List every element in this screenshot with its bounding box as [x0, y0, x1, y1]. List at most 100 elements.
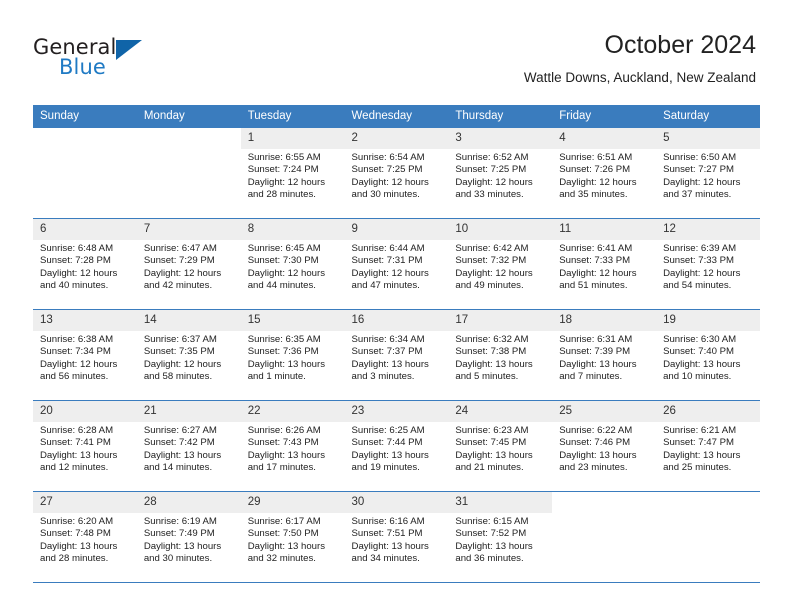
calendar-day-cell[interactable]: 14 Sunrise: 6:37 AM Sunset: 7:35 PM Dayligh… [136, 310, 241, 401]
daylight-text-line2: and 28 minutes. [247, 189, 316, 201]
day-cell-content: 11 Sunrise: 6:41 AM Sunset: 7:33 PM Dayligh… [552, 219, 657, 309]
calendar-day-cell[interactable] [552, 492, 656, 583]
daylight-text-line1: Daylight: 13 hours [40, 449, 118, 461]
daylight-text-line1: Daylight: 12 hours [40, 267, 118, 279]
day-number: 8 [240, 219, 345, 240]
calendar-day-cell[interactable]: 26 Sunrise: 6:21 AM Sunset: 7:47 PM Dayligh… [656, 401, 760, 492]
day-number: 16 [344, 310, 449, 331]
day-cell-content: 5 Sunrise: 6:50 AM Sunset: 7:27 PM Daylight… [656, 128, 760, 218]
day-cell-empty [137, 128, 241, 218]
calendar-day-cell[interactable]: 16 Sunrise: 6:34 AM Sunset: 7:37 PM Dayligh… [344, 310, 449, 401]
daylight-text-line2: and 30 minutes. [143, 553, 213, 565]
calendar-day-cell[interactable]: 8 Sunrise: 6:45 AM Sunset: 7:30 PM Daylight… [240, 219, 345, 310]
calendar-header-row: Sunday Monday Tuesday Wednesday Thursday… [33, 105, 760, 128]
daylight-text-line2: and 51 minutes. [559, 280, 628, 292]
calendar-day-cell[interactable]: 13 Sunrise: 6:38 AM Sunset: 7:34 PM Dayligh… [33, 310, 137, 401]
daylight-text-line2: and 17 minutes. [247, 462, 316, 474]
day-cell-empty [552, 492, 656, 582]
calendar-day-cell[interactable]: 7 Sunrise: 6:47 AM Sunset: 7:29 PM Daylight… [136, 219, 241, 310]
daylight-text-line1: Daylight: 12 hours [455, 176, 533, 188]
calendar-day-cell[interactable] [137, 128, 241, 219]
calendar-week-row: 20 Sunrise: 6:28 AM Sunset: 7:41 PM Dayligh… [33, 400, 760, 492]
calendar-day-cell[interactable]: 19 Sunrise: 6:30 AM Sunset: 7:40 PM Dayligh… [656, 310, 760, 401]
calendar-day-cell[interactable] [656, 492, 760, 583]
daylight-text-line2: and 34 minutes. [351, 553, 420, 565]
calendar-day-cell[interactable]: 1 Sunrise: 6:55 AM Sunset: 7:24 PM Daylight… [240, 128, 345, 219]
sunset-text: Sunset: 7:32 PM [455, 255, 527, 267]
triangle-icon [116, 40, 142, 60]
calendar-day-cell[interactable]: 5 Sunrise: 6:50 AM Sunset: 7:27 PM Daylight… [656, 128, 760, 219]
calendar-day-cell[interactable]: 31 Sunrise: 6:15 AM Sunset: 7:52 PM Dayligh… [448, 492, 553, 583]
sunset-text: Sunset: 7:30 PM [247, 255, 319, 267]
daylight-text-line1: Daylight: 13 hours [40, 540, 118, 552]
calendar-day-cell[interactable]: 24 Sunrise: 6:23 AM Sunset: 7:45 PM Dayligh… [448, 401, 553, 492]
sunset-text: Sunset: 7:46 PM [559, 437, 631, 449]
calendar-day-cell[interactable]: 10 Sunrise: 6:42 AM Sunset: 7:32 PM Dayligh… [448, 219, 553, 310]
day-details: Sunrise: 6:48 AM Sunset: 7:28 PM Daylight:… [33, 240, 137, 293]
calendar-day-cell[interactable]: 3 Sunrise: 6:52 AM Sunset: 7:25 PM Daylight… [448, 128, 553, 219]
day-number [33, 128, 137, 149]
sunrise-text: Sunrise: 6:55 AM [247, 152, 321, 163]
sunset-text: Sunset: 7:27 PM [663, 164, 734, 176]
day-cell-content: 7 Sunrise: 6:47 AM Sunset: 7:29 PM Daylight… [136, 219, 241, 309]
sunset-text: Sunset: 7:49 PM [143, 528, 215, 540]
day-details: Sunrise: 6:35 AM Sunset: 7:36 PM Daylight:… [241, 331, 345, 384]
day-cell-content: 17 Sunrise: 6:32 AM Sunset: 7:38 PM Dayligh… [448, 310, 553, 400]
day-number [552, 492, 656, 513]
sunset-text: Sunset: 7:38 PM [455, 346, 527, 358]
day-number: 29 [240, 492, 345, 513]
weekday-header-monday: Monday [136, 105, 241, 128]
day-number: 1 [240, 128, 345, 149]
sunrise-text: Sunrise: 6:42 AM [455, 243, 529, 254]
day-cell-content: 22 Sunrise: 6:26 AM Sunset: 7:43 PM Dayligh… [240, 401, 345, 491]
calendar-day-cell[interactable]: 6 Sunrise: 6:48 AM Sunset: 7:28 PM Daylight… [33, 219, 137, 310]
generalblue-logo[interactable]: General Blue [33, 36, 263, 86]
daylight-text-line1: Daylight: 12 hours [40, 358, 118, 370]
calendar-day-cell[interactable]: 25 Sunrise: 6:22 AM Sunset: 7:46 PM Dayligh… [552, 401, 657, 492]
calendar-day-cell[interactable]: 11 Sunrise: 6:41 AM Sunset: 7:33 PM Dayligh… [552, 219, 657, 310]
calendar-day-cell[interactable]: 27 Sunrise: 6:20 AM Sunset: 7:48 PM Dayligh… [33, 492, 137, 583]
daylight-text-line2: and 40 minutes. [40, 280, 109, 292]
day-cell-content: 16 Sunrise: 6:34 AM Sunset: 7:37 PM Dayligh… [344, 310, 449, 400]
calendar-day-cell[interactable]: 29 Sunrise: 6:17 AM Sunset: 7:50 PM Dayligh… [240, 492, 345, 583]
sunrise-text: Sunrise: 6:34 AM [351, 334, 425, 345]
day-number: 31 [448, 492, 553, 513]
calendar-day-cell[interactable]: 4 Sunrise: 6:51 AM Sunset: 7:26 PM Daylight… [552, 128, 657, 219]
day-details: Sunrise: 6:26 AM Sunset: 7:43 PM Daylight:… [241, 422, 345, 475]
daylight-text-line1: Daylight: 13 hours [559, 449, 637, 461]
calendar-day-cell[interactable]: 15 Sunrise: 6:35 AM Sunset: 7:36 PM Dayligh… [240, 310, 345, 401]
sunset-text: Sunset: 7:25 PM [351, 164, 423, 176]
calendar-day-cell[interactable]: 12 Sunrise: 6:39 AM Sunset: 7:33 PM Dayligh… [656, 219, 760, 310]
sunset-text: Sunset: 7:36 PM [247, 346, 319, 358]
calendar-day-cell[interactable]: 21 Sunrise: 6:27 AM Sunset: 7:42 PM Dayligh… [136, 401, 241, 492]
day-details: Sunrise: 6:52 AM Sunset: 7:25 PM Daylight:… [448, 149, 552, 202]
day-number: 23 [344, 401, 449, 422]
calendar-day-cell[interactable]: 28 Sunrise: 6:19 AM Sunset: 7:49 PM Dayligh… [136, 492, 241, 583]
sunset-text: Sunset: 7:39 PM [559, 346, 631, 358]
day-cell-content: 23 Sunrise: 6:25 AM Sunset: 7:44 PM Dayligh… [344, 401, 449, 491]
sunrise-text: Sunrise: 6:50 AM [663, 152, 737, 163]
calendar-day-cell[interactable]: 20 Sunrise: 6:28 AM Sunset: 7:41 PM Dayligh… [33, 401, 137, 492]
sunset-text: Sunset: 7:24 PM [247, 164, 319, 176]
day-cell-empty [656, 492, 760, 582]
sunrise-text: Sunrise: 6:22 AM [559, 425, 633, 436]
calendar-day-cell[interactable]: 2 Sunrise: 6:54 AM Sunset: 7:25 PM Daylight… [344, 128, 449, 219]
calendar-week-row: 6 Sunrise: 6:48 AM Sunset: 7:28 PM Daylight… [33, 218, 760, 310]
sunset-text: Sunset: 7:48 PM [40, 528, 111, 540]
sunrise-text: Sunrise: 6:54 AM [351, 152, 425, 163]
sunset-text: Sunset: 7:44 PM [351, 437, 423, 449]
day-number: 25 [552, 401, 657, 422]
calendar-day-cell[interactable]: 18 Sunrise: 6:31 AM Sunset: 7:39 PM Dayligh… [552, 310, 657, 401]
day-cell-content: 31 Sunrise: 6:15 AM Sunset: 7:52 PM Dayligh… [448, 492, 553, 582]
calendar-day-cell[interactable]: 23 Sunrise: 6:25 AM Sunset: 7:44 PM Dayligh… [344, 401, 449, 492]
day-details: Sunrise: 6:16 AM Sunset: 7:51 PM Daylight:… [345, 513, 449, 566]
calendar-day-cell[interactable]: 30 Sunrise: 6:16 AM Sunset: 7:51 PM Dayligh… [344, 492, 449, 583]
page-header: General Blue October 2024 Wattle Downs, … [0, 0, 792, 100]
calendar-day-cell[interactable]: 17 Sunrise: 6:32 AM Sunset: 7:38 PM Dayligh… [448, 310, 553, 401]
daylight-text-line1: Daylight: 12 hours [455, 267, 533, 279]
calendar-day-cell[interactable]: 9 Sunrise: 6:44 AM Sunset: 7:31 PM Daylight… [344, 219, 449, 310]
weekday-header-thursday: Thursday [448, 105, 553, 128]
calendar-day-cell[interactable]: 22 Sunrise: 6:26 AM Sunset: 7:43 PM Dayligh… [240, 401, 345, 492]
calendar-day-cell[interactable] [33, 128, 137, 219]
daylight-text-line2: and 58 minutes. [143, 371, 213, 383]
